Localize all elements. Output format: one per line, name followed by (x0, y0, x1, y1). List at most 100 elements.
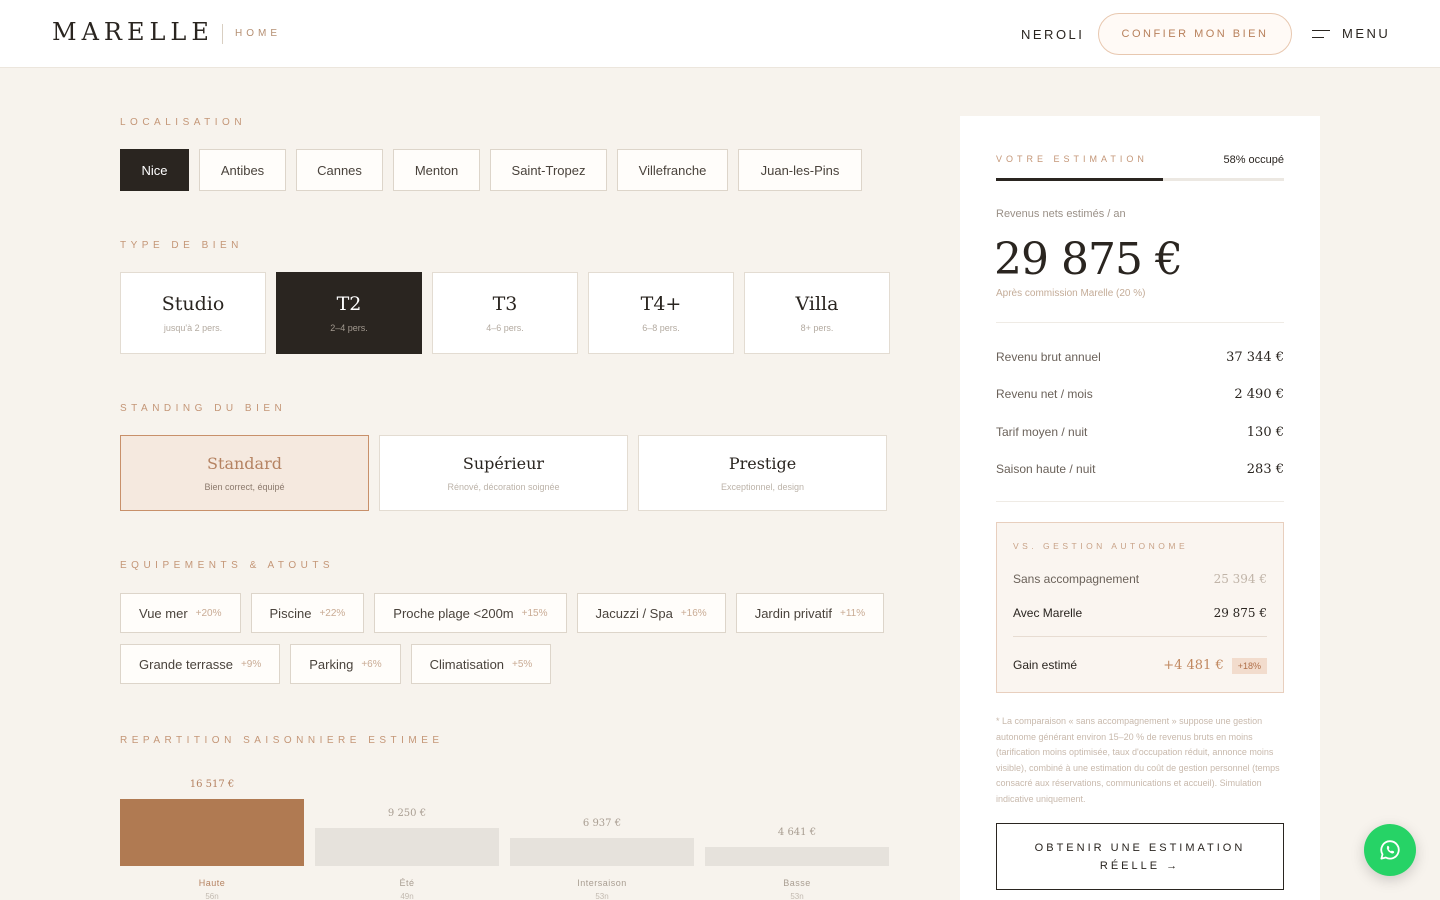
stat-row-net-mois: Revenu net / mois 2 490 € (996, 387, 1284, 402)
amenity-chip-jardin[interactable]: Jardin privatif +11% (735, 593, 885, 633)
whatsapp-button[interactable] (1364, 824, 1416, 876)
menu-button[interactable]: MENU (1312, 26, 1390, 41)
divider (996, 501, 1284, 502)
stat-row-tarif-moyen: Tarif moyen / nuit 130 € (996, 425, 1284, 440)
standing-name: Supérieur (462, 454, 545, 473)
stat-label: Revenu brut annuel (996, 350, 1101, 364)
amenity-chip-vue-mer[interactable]: Vue mer +20% (120, 593, 241, 633)
comparison-row-gain: Gain estimé +4 481 € +18% (1013, 656, 1267, 674)
amenity-row-2: Grande terrasse +9% Parking +6% Climatisat… (120, 644, 552, 684)
location-chip-cannes[interactable]: Cannes (296, 149, 383, 191)
type-card-t2[interactable]: T2 2–4 pers. (276, 272, 422, 354)
amenity-chip-parking[interactable]: Parking +6% (290, 644, 401, 684)
amenity-pct: +11% (840, 607, 866, 619)
chart-category-label: Été (399, 878, 415, 888)
amenity-pct: +5% (512, 658, 533, 670)
amenity-chip-piscine[interactable]: Piscine +22% (250, 593, 365, 633)
estimation-panel: VOTRE ESTIMATION 58% occupé Revenus nets… (960, 116, 1320, 900)
section-label-standing: STANDING DU BIEN (120, 403, 287, 414)
amenity-name: Piscine (269, 605, 312, 621)
revenue-note: Après commission Marelle (20 %) (996, 288, 1146, 299)
amenity-chip-terrasse[interactable]: Grande terrasse +9% (120, 644, 281, 684)
comparison-value: 25 394 € (1213, 572, 1267, 586)
estimation-reelle-button[interactable]: OBTENIR UNE ESTIMATION RÉELLE → (996, 823, 1284, 890)
location-chip-nice[interactable]: Nice (120, 149, 189, 191)
chart-bar (510, 838, 694, 866)
amenity-chip-jacuzzi[interactable]: Jacuzzi / Spa +16% (576, 593, 726, 633)
location-chip-menton[interactable]: Menton (393, 149, 480, 191)
amenity-name: Jardin privatif (754, 605, 832, 621)
section-label-repartition: REPARTITION SAISONNIERE ESTIMEE (120, 735, 444, 746)
location-chip-juan-les-pins[interactable]: Juan-les-Pins (738, 149, 862, 191)
stat-label: Tarif moyen / nuit (996, 425, 1088, 439)
revenue-value: 29 875 € (994, 234, 1183, 285)
divider (996, 322, 1284, 323)
type-card-villa[interactable]: Villa 8+ pers. (744, 272, 890, 354)
stat-label: Saison haute / nuit (996, 462, 1096, 476)
type-capacity: 2–4 pers. (330, 323, 368, 333)
amenity-chip-climatisation[interactable]: Climatisation +5% (410, 644, 552, 684)
logo[interactable]: MARELLE (52, 18, 214, 46)
amenity-chip-proche-plage[interactable]: Proche plage <200m +15% (374, 593, 567, 633)
standing-card-standard[interactable]: Standard Bien correct, équipé (120, 435, 369, 511)
comparison-title: VS. GESTION AUTONOME (1013, 541, 1189, 551)
chart-nights-label: 56n (205, 892, 219, 900)
type-name: Villa (795, 293, 839, 315)
logo-sub: HOME (235, 28, 281, 39)
amenity-pct: +6% (361, 658, 382, 670)
gain-value: +4 481 € (1163, 658, 1224, 673)
amenity-name: Vue mer (139, 605, 188, 621)
amenity-name: Climatisation (429, 656, 505, 672)
chart-bar (315, 828, 499, 866)
chart-bar-value: 4 641 € (777, 827, 817, 838)
chart-bar-value: 16 517 € (189, 779, 235, 790)
hamburger-icon (1312, 29, 1330, 39)
type-card-t4plus[interactable]: T4+ 6–8 pers. (588, 272, 734, 354)
confier-bien-button[interactable]: CONFIER MON BIEN (1098, 13, 1292, 55)
standing-card-prestige[interactable]: Prestige Exceptionnel, design (638, 435, 887, 511)
stat-value: 37 344 € (1226, 350, 1284, 365)
chart-nights-label: 53n (595, 892, 609, 900)
location-chip-antibes[interactable]: Antibes (199, 149, 286, 191)
standing-desc: Bien correct, équipé (204, 482, 285, 492)
stat-value: 2 490 € (1234, 387, 1284, 402)
chart-bar-value: 6 937 € (582, 818, 622, 829)
chart-category-label: Haute (198, 878, 226, 888)
estimation-title: VOTRE ESTIMATION (996, 154, 1148, 164)
type-name: T2 (336, 293, 362, 315)
type-card-t3[interactable]: T3 4–6 pers. (432, 272, 578, 354)
amenity-pct: +22% (319, 607, 346, 619)
amenity-name: Proche plage <200m (393, 605, 514, 621)
section-label-localisation: LOCALISATION (120, 117, 247, 128)
nav-link-neroli[interactable]: NEROLI (1021, 27, 1084, 42)
stat-row-brut: Revenu brut annuel 37 344 € (996, 350, 1284, 365)
amenity-name: Parking (309, 656, 354, 672)
location-chip-villefranche[interactable]: Villefranche (617, 149, 728, 191)
standing-card-superieur[interactable]: Supérieur Rénové, décoration soignée (379, 435, 628, 511)
comparison-divider (1013, 636, 1267, 637)
top-header: MARELLE HOME NEROLI CONFIER MON BIEN MEN… (0, 0, 1440, 68)
type-name: T4+ (640, 293, 682, 315)
location-chip-saint-tropez[interactable]: Saint-Tropez (490, 149, 607, 191)
chart-bar (120, 799, 304, 866)
chart-bar-value: 9 250 € (387, 808, 427, 819)
chart-category-label: Basse (783, 878, 811, 888)
section-label-equipements: EQUIPEMENTS & ATOUTS (120, 560, 335, 571)
menu-label: MENU (1342, 26, 1391, 41)
location-chips: Nice Antibes Cannes Menton Saint-Tropez … (120, 149, 862, 191)
type-name: T3 (492, 293, 518, 315)
comparison-row-sans: Sans accompagnement 25 394 € (1013, 572, 1267, 586)
standing-name: Standard (207, 454, 282, 473)
chart-bar (705, 847, 889, 866)
type-card-studio[interactable]: Studio jusqu'à 2 pers. (120, 272, 266, 354)
occupancy-fill (996, 178, 1164, 181)
comparison-label: Sans accompagnement (1013, 572, 1140, 586)
comparison-label: Avec Marelle (1013, 606, 1083, 620)
cta-line-1: OBTENIR UNE ESTIMATION (1034, 841, 1246, 854)
stat-row-saison-haute: Saison haute / nuit 283 € (996, 462, 1284, 477)
comparison-box: VS. GESTION AUTONOME Sans accompagnement… (996, 522, 1284, 693)
type-capacity: jusqu'à 2 pers. (163, 323, 223, 333)
chart-nights-label: 53n (790, 892, 804, 900)
amenity-pct: +15% (521, 607, 548, 619)
amenity-pct: +20% (195, 607, 222, 619)
